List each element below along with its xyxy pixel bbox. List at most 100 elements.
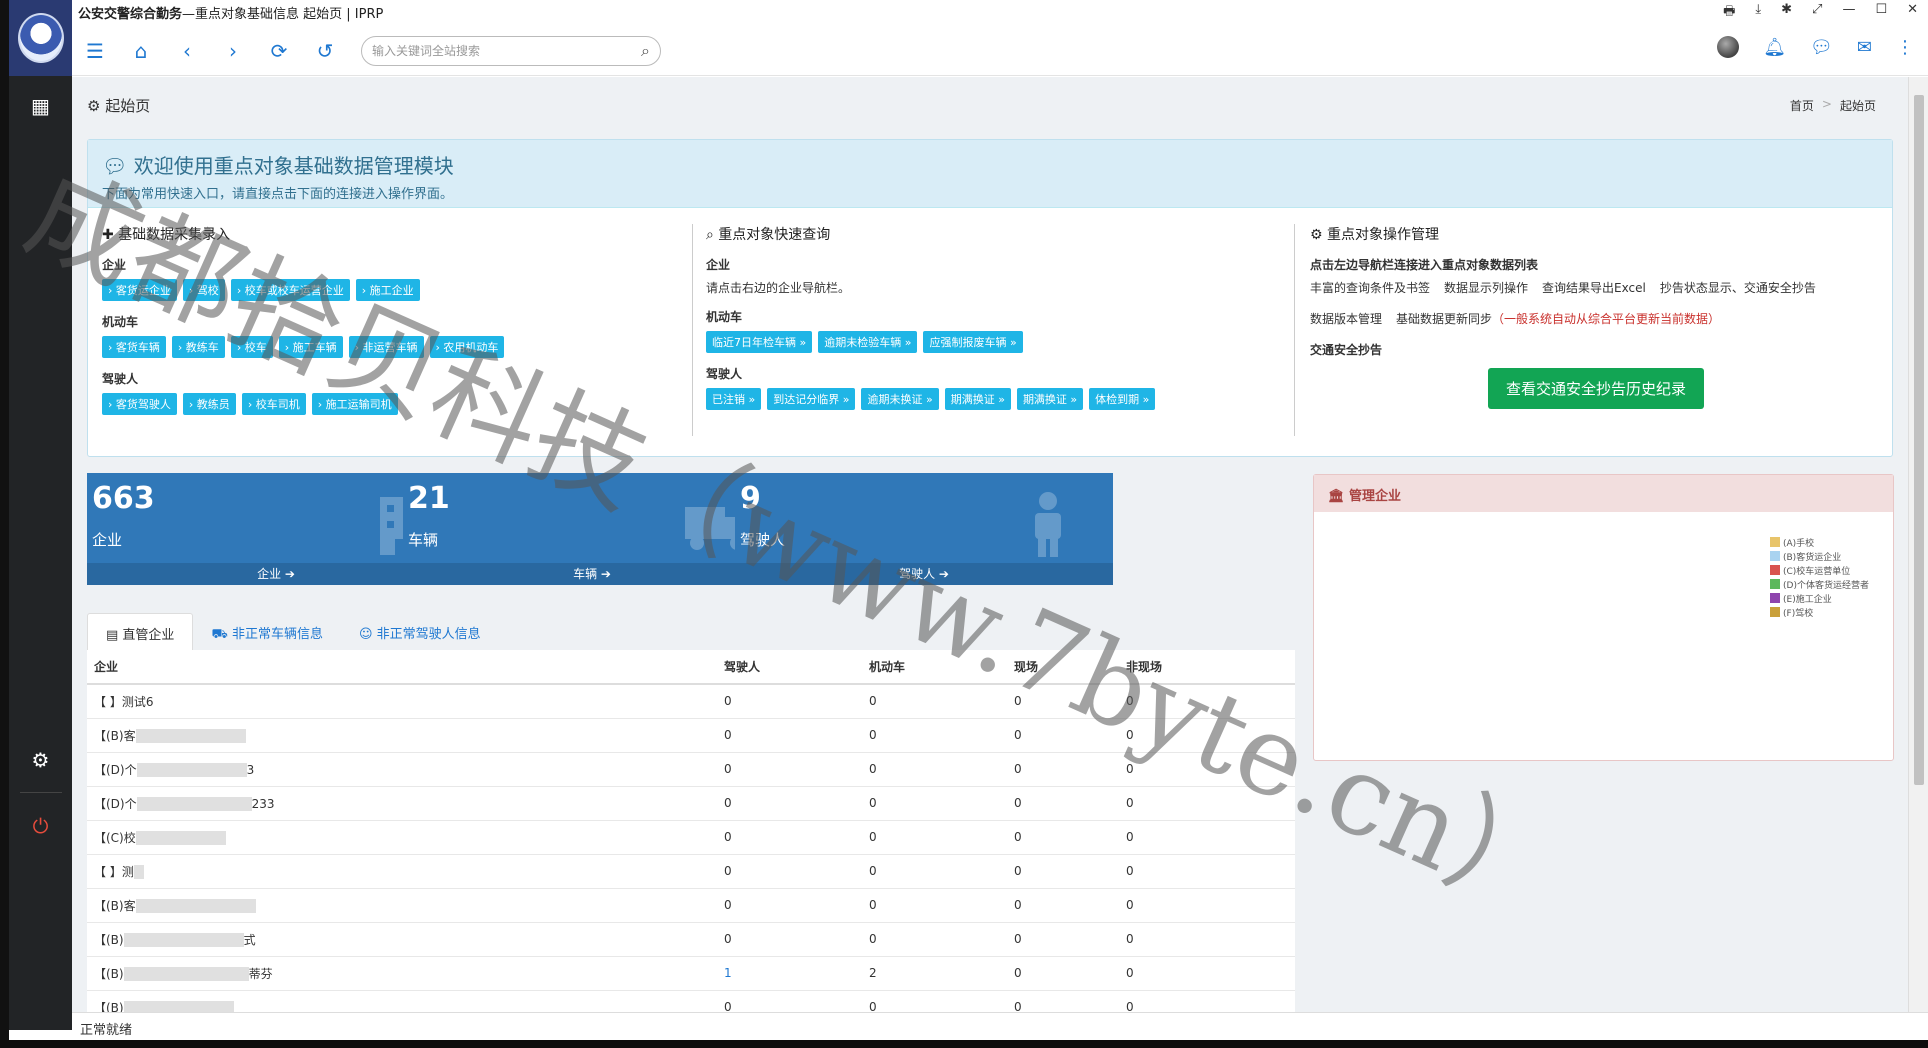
tab-direct-enterprise[interactable]: ▤ 直管企业 [87, 613, 194, 654]
query-link[interactable]: 临近7日年检车辆 » [706, 331, 813, 353]
query-link[interactable]: 到达记分临界 » [767, 388, 856, 410]
tab-abnormal-driver[interactable]: ☺ 非正常驾驶人信息 [341, 613, 499, 654]
search-icon[interactable]: ⌕ [641, 41, 650, 61]
bell-icon[interactable]: 🔔︎ [1763, 37, 1786, 58]
fullscreen-icon[interactable]: ⤢ [1812, 2, 1822, 24]
col-header[interactable]: 非现场 [1119, 650, 1295, 685]
quick-link[interactable]: › 施工车辆 [278, 336, 343, 358]
cell-enterprise[interactable]: 【(D)个 233 [87, 786, 717, 821]
quick-link[interactable]: › 教练员 [182, 393, 236, 415]
mail-icon[interactable]: ✉ [1857, 37, 1872, 58]
stat-footer-link[interactable]: 驾驶人 ➔ [735, 563, 1113, 585]
quick-link[interactable]: › 客货驾驶人 [102, 393, 177, 415]
query-link[interactable]: 逾期未换证 » [861, 388, 939, 410]
cell-enterprise[interactable]: 【(B)客 [87, 888, 717, 923]
query-link[interactable]: 已注销 » [706, 388, 762, 410]
table-row[interactable]: 【(B)客 0 0 0 0 [87, 718, 1295, 753]
dashboard-grid-icon[interactable]: ▦ [9, 86, 72, 126]
quick-link[interactable]: › 驾校 [182, 279, 225, 301]
table-row[interactable]: 【(D)个 3 0 0 0 0 [87, 752, 1295, 787]
table-row[interactable]: 【(D)个 233 0 0 0 0 [87, 786, 1295, 821]
view-notice-history-button[interactable]: 查看交通安全抄告历史纪录 [1488, 368, 1705, 409]
chat-icon[interactable]: 💬︎ [1810, 37, 1833, 58]
redaction-mask [123, 933, 244, 947]
maximize-icon[interactable]: ☐ [1875, 2, 1887, 24]
quick-link[interactable]: › 农用机动车 [429, 336, 505, 358]
print-icon[interactable]: 🖶 [1723, 2, 1735, 24]
table-row[interactable]: 【 】测试6 0 0 0 0 [87, 684, 1295, 719]
breadcrumb-home[interactable]: 首页 [1790, 97, 1814, 114]
redaction-mask [135, 831, 226, 845]
toolbar: ☰ ⌂ ‹ › ⟳ ↺ [72, 32, 348, 70]
avatar[interactable] [1717, 36, 1740, 58]
cell-value: 0 [1119, 922, 1295, 957]
query-link[interactable]: 应强制报废车辆 » [923, 331, 1023, 353]
cell-enterprise[interactable]: 【(D)个 3 [87, 752, 717, 787]
cell-enterprise[interactable]: 【(B)客 [87, 718, 717, 753]
table-row[interactable]: 【(B) 蒂芬 1 2 0 0 [87, 956, 1295, 991]
download-icon[interactable]: ⤓ [1755, 2, 1761, 24]
cell-value: 0 [1119, 956, 1295, 991]
query-link[interactable]: 期满换证 » [944, 388, 1011, 410]
quick-link[interactable]: › 校车司机 [241, 393, 306, 415]
stat-number: 21 [408, 481, 450, 516]
query-link[interactable]: 期满换证 » [1016, 388, 1084, 410]
table-row[interactable]: 【(C)校 0 0 0 0 [87, 820, 1295, 855]
table-row[interactable]: 【 】测 0 0 0 0 [87, 854, 1295, 889]
table-row[interactable]: 【(B) 式 0 0 0 0 [87, 922, 1295, 957]
cell-enterprise[interactable]: 【 】测试6 [87, 684, 717, 719]
cell-value: 2 [862, 956, 1007, 991]
column-title: ⚙ 重点对象操作管理 [1310, 227, 1440, 243]
query-link[interactable]: 逾期未检验车辆 » [818, 331, 918, 353]
police-logo[interactable] [9, 0, 72, 76]
cell-enterprise[interactable]: 【 】测 [87, 854, 717, 889]
close-icon[interactable]: ✕ [1907, 2, 1918, 24]
col-header[interactable]: 驾驶人 [717, 650, 862, 685]
history-icon[interactable]: ↺ [302, 32, 348, 70]
settings-gear-icon[interactable]: ⚙ [9, 740, 72, 780]
search-input[interactable] [372, 44, 642, 58]
quick-link[interactable]: › 客货车辆 [102, 336, 166, 358]
power-icon[interactable]: ⏻ [9, 806, 72, 846]
page-title: ⚙ 起始页 [87, 97, 151, 115]
col-header[interactable]: 机动车 [862, 650, 1007, 685]
quick-link[interactable]: › 非运营车辆 [348, 336, 424, 358]
legend-swatch [1770, 551, 1780, 561]
col-header[interactable]: 现场 [1007, 650, 1119, 685]
refresh-icon[interactable]: ⟳ [256, 32, 302, 70]
quick-link[interactable]: › 施工企业 [355, 279, 420, 301]
vehicle-stat-card[interactable]: 21 车辆 车辆 ➔ [403, 473, 781, 585]
home-icon[interactable]: ⌂ [118, 32, 164, 70]
more-icon[interactable]: ⋮ [1896, 37, 1914, 58]
driver-stat-card[interactable]: 9 驾驶人 驾驶人 ➔ [735, 473, 1113, 585]
sidebar [9, 0, 72, 1030]
quick-link[interactable]: › 校车或校车运营企业 [230, 279, 350, 301]
minimize-icon[interactable]: — [1842, 2, 1855, 24]
table-row[interactable]: 【(B) 0 0 0 0 [87, 990, 1295, 1012]
cell-value[interactable]: 1 [717, 956, 862, 991]
quick-link[interactable]: › 教练车 [171, 336, 225, 358]
taskbar [0, 1040, 1928, 1048]
cell-enterprise[interactable]: 【(B) [87, 990, 717, 1012]
window-title: 公安交警综合勤务—重点对象基础信息 起始页 | IPRP [78, 7, 384, 22]
stat-footer-link[interactable]: 车辆 ➔ [403, 563, 781, 585]
tab-abnormal-vehicle[interactable]: ⛟ 非正常车辆信息 [193, 613, 341, 654]
forward-icon[interactable]: › [210, 32, 256, 70]
back-icon[interactable]: ‹ [164, 32, 210, 70]
quick-link[interactable]: › 客货运企业 [102, 279, 177, 301]
cell-enterprise[interactable]: 【(B) 蒂芬 [87, 956, 717, 991]
quick-link[interactable]: › 施工运输司机 [311, 393, 398, 415]
table-row[interactable]: 【(B)客 0 0 0 0 [87, 888, 1295, 923]
breadcrumb: 首页 > 起始页 [1790, 97, 1876, 114]
cell-enterprise[interactable]: 【(C)校 [87, 820, 717, 855]
vertical-scrollbar[interactable] [1908, 77, 1928, 1012]
scroll-thumb[interactable] [1914, 95, 1924, 785]
cell-enterprise[interactable]: 【(B) 式 [87, 922, 717, 957]
bug-icon[interactable]: ✱ [1781, 2, 1792, 24]
quick-link[interactable]: › 校车 [230, 336, 273, 358]
query-link[interactable]: 体检到期 » [1089, 388, 1156, 410]
window-controls: 🖶 ⤓ ✱ ⤢ — ☐ ✕ [1723, 2, 1918, 24]
redaction-mask [136, 797, 252, 811]
menu-icon[interactable]: ☰ [72, 32, 118, 70]
col-header[interactable]: 企业 [87, 650, 717, 685]
